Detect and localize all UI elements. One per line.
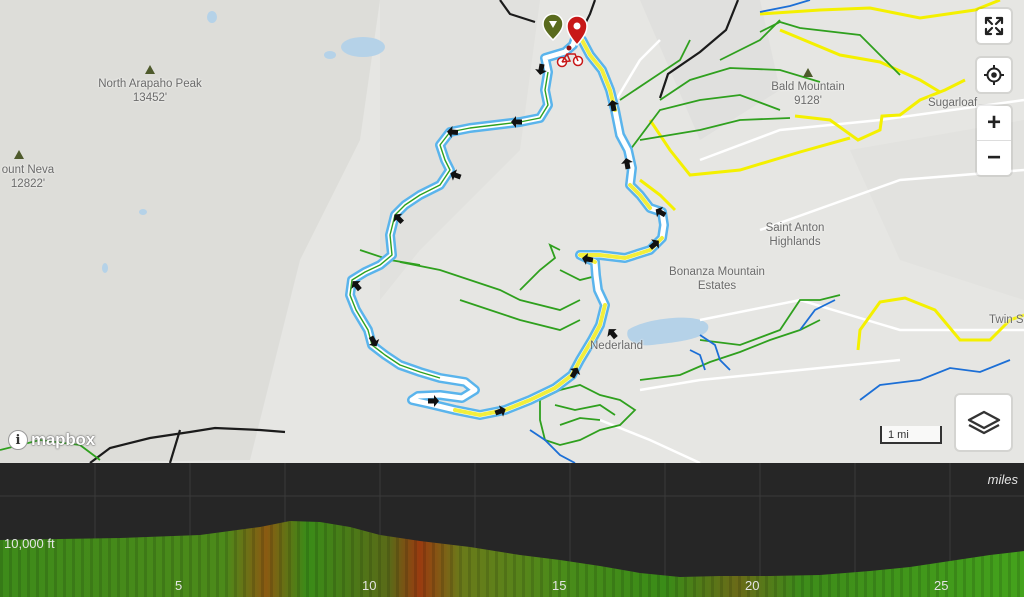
zoom-control[interactable]: + − (977, 106, 1011, 175)
elevation-chart[interactable] (0, 463, 1024, 597)
place-label: Twin S (989, 314, 1024, 326)
distance-unit-label: miles (987, 472, 1018, 487)
mapbox-attribution[interactable]: i mapbox (8, 428, 95, 452)
peak-icon (145, 65, 155, 74)
peak-icon (803, 68, 813, 77)
locate-button[interactable] (977, 58, 1011, 92)
elevation-axis-label: 10,000 ft (4, 536, 55, 551)
map-view[interactable]: North Arapaho Peak 13452' ount Neva 12822'… (0, 0, 1024, 463)
place-label: Bonanza Mountain Estates (669, 266, 765, 292)
layers-button[interactable] (956, 395, 1011, 450)
fullscreen-button[interactable] (977, 9, 1011, 43)
expand-arrows-icon (984, 16, 1004, 36)
place-label: North Arapaho Peak 13452' (98, 78, 202, 104)
peak-icon (14, 150, 24, 159)
distance-tick: 20 (745, 578, 760, 593)
place-label: ount Neva 12822' (1, 164, 55, 190)
zoom-out-button[interactable]: − (977, 140, 1011, 175)
place-label: Saint Anton Highlands (765, 222, 825, 248)
distance-tick: 5 (175, 578, 183, 593)
info-icon[interactable]: i (8, 430, 28, 450)
place-label: Nederland (590, 340, 644, 352)
geolocate-control[interactable] (977, 58, 1011, 92)
layers-stack-icon (967, 410, 1000, 434)
crosshair-icon (984, 65, 1004, 85)
fullscreen-control[interactable] (977, 9, 1011, 43)
elevation-profile[interactable]: miles 10,000 ft 5 10 15 20 25 (0, 463, 1024, 597)
place-label: Bald Mountain 9128' (771, 81, 845, 107)
distance-tick: 10 (362, 578, 377, 593)
zoom-in-button[interactable]: + (977, 106, 1011, 140)
distance-tick: 25 (934, 578, 949, 593)
mapbox-logo: mapbox (31, 430, 95, 449)
place-label: Sugarloaf (928, 97, 978, 109)
distance-tick: 15 (552, 578, 567, 593)
scale-bar: 1 mi (880, 426, 942, 444)
